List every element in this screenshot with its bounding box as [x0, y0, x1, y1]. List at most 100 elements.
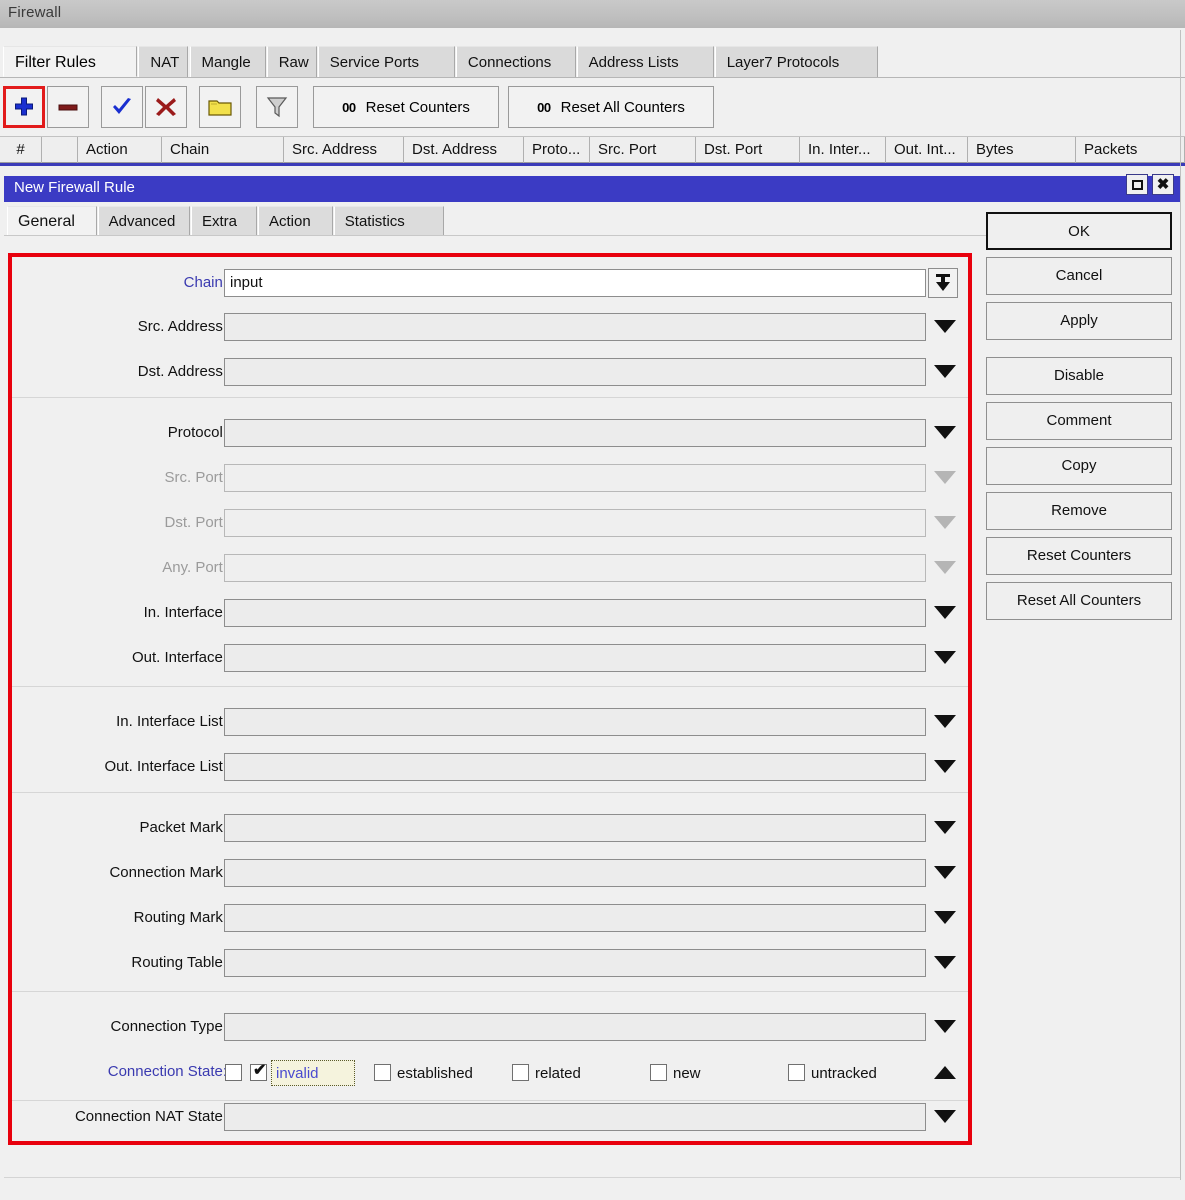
column-header[interactable]: Chain: [162, 137, 284, 163]
checkbox-label-untracked[interactable]: untracked: [811, 1065, 877, 1082]
checkbox-new[interactable]: [650, 1064, 667, 1081]
input-routing-table[interactable]: [224, 949, 926, 977]
column-header[interactable]: Packets: [1076, 137, 1185, 163]
tab-label: Filter Rules: [15, 54, 96, 71]
reset-all-counters-toolbar-button[interactable]: 00 Reset All Counters: [508, 86, 714, 128]
chevron-down-icon-in-interface[interactable]: [934, 606, 956, 619]
dialog-close-button[interactable]: ✖: [1152, 174, 1174, 195]
checkbox-label-related[interactable]: related: [535, 1065, 581, 1082]
dialog-tab-statistics[interactable]: Statistics: [333, 206, 444, 236]
apply-button[interactable]: Apply: [986, 302, 1172, 340]
tab-nat[interactable]: NAT: [138, 46, 189, 77]
selected-row-indicator: [0, 163, 1185, 166]
reset-counters-button[interactable]: Reset Counters: [986, 537, 1172, 575]
dialog-tab-general[interactable]: General: [7, 206, 97, 236]
reset-all-counters-button[interactable]: Reset All Counters: [986, 582, 1172, 620]
tab-raw[interactable]: Raw: [266, 46, 317, 77]
input-chain[interactable]: input: [224, 269, 926, 297]
checkbox-label-established[interactable]: established: [397, 1065, 473, 1082]
checkbox-established[interactable]: [374, 1064, 391, 1081]
input-in-interface-list[interactable]: [224, 708, 926, 736]
tab-layer7-protocols[interactable]: Layer7 Protocols: [714, 46, 878, 77]
disable-button[interactable]: Disable: [986, 357, 1172, 395]
input-out-interface-list[interactable]: [224, 753, 926, 781]
cancel-button[interactable]: Cancel: [986, 257, 1172, 295]
add-rule-button[interactable]: [3, 86, 45, 128]
field-row-src-port: Src. Port:: [12, 460, 968, 498]
tab-address-lists[interactable]: Address Lists: [576, 46, 714, 77]
general-tab-form: Chain: input Src. Address: Dst. Address: Pro…: [12, 257, 968, 1141]
column-header[interactable]: Proto...: [524, 137, 590, 163]
input-packet-mark[interactable]: [224, 814, 926, 842]
chevron-down-icon-packet-mark[interactable]: [934, 821, 956, 834]
filter-button[interactable]: [256, 86, 298, 128]
reset-counters-toolbar-button[interactable]: 00 Reset Counters: [313, 86, 499, 128]
remove-button[interactable]: Remove: [986, 492, 1172, 530]
chevron-down-icon-protocol[interactable]: [934, 426, 956, 439]
column-header[interactable]: Action: [78, 137, 162, 163]
comment-button[interactable]: [199, 86, 241, 128]
checkbox-label-new[interactable]: new: [673, 1065, 701, 1082]
chevron-down-icon-out-interface[interactable]: [934, 651, 956, 664]
column-header[interactable]: Dst. Address: [404, 137, 524, 163]
checkbox-untracked[interactable]: [788, 1064, 805, 1081]
input-src-address[interactable]: [224, 313, 926, 341]
dialog-tab-action[interactable]: Action: [258, 206, 333, 236]
label-in-interface: In. Interface:: [143, 604, 227, 621]
collapse-up-arrow-icon[interactable]: [934, 1066, 956, 1079]
button-label: Reset Counters: [1026, 547, 1132, 564]
column-header[interactable]: #: [0, 137, 42, 163]
chevron-down-icon-dst-address[interactable]: [934, 365, 956, 378]
tab-mangle[interactable]: Mangle: [189, 46, 266, 77]
comment-button[interactable]: Comment: [986, 402, 1172, 440]
ok-button[interactable]: OK: [986, 212, 1172, 250]
checkbox-related[interactable]: [512, 1064, 529, 1081]
input-protocol[interactable]: [224, 419, 926, 447]
label-chain[interactable]: Chain:: [184, 274, 227, 291]
chevron-down-icon-out-interface-list[interactable]: [934, 760, 956, 773]
chevron-down-icon-connection-mark[interactable]: [934, 866, 956, 879]
column-header[interactable]: [42, 137, 78, 163]
connection-state-negate-checkbox[interactable]: [225, 1064, 242, 1081]
column-header-label: Src. Port: [598, 141, 657, 158]
check-icon: [113, 98, 131, 114]
copy-button[interactable]: Copy: [986, 447, 1172, 485]
dialog-tab-advanced[interactable]: Advanced: [97, 206, 190, 236]
input-dst-address[interactable]: [224, 358, 926, 386]
tab-service-ports[interactable]: Service Ports: [317, 46, 455, 77]
enable-rule-button[interactable]: [101, 86, 143, 128]
input-routing-mark[interactable]: [224, 904, 926, 932]
column-header-label: Dst. Address: [412, 141, 498, 158]
chevron-down-icon-connection-type[interactable]: [934, 1020, 956, 1033]
disable-rule-button[interactable]: [145, 86, 187, 128]
input-connection-mark[interactable]: [224, 859, 926, 887]
column-header[interactable]: Src. Port: [590, 137, 696, 163]
button-label: OK: [1068, 223, 1090, 240]
remove-rule-button[interactable]: [47, 86, 89, 128]
column-header[interactable]: Src. Address: [284, 137, 404, 163]
input-dst-port: [224, 509, 926, 537]
chevron-down-icon-connection-nat-state[interactable]: [934, 1110, 956, 1123]
chevron-down-icon-in-interface-list[interactable]: [934, 715, 956, 728]
column-header[interactable]: Bytes: [968, 137, 1076, 163]
tab-connections[interactable]: Connections: [455, 46, 576, 77]
input-out-interface[interactable]: [224, 644, 926, 672]
chevron-down-icon-routing-table[interactable]: [934, 956, 956, 969]
column-header[interactable]: Out. Int...: [886, 137, 968, 163]
column-header[interactable]: Dst. Port: [696, 137, 800, 163]
chevron-down-icon-routing-mark[interactable]: [934, 911, 956, 924]
label-dst-port: Dst. Port:: [164, 514, 227, 531]
input-connection-nat-state[interactable]: [224, 1103, 926, 1131]
column-header[interactable]: In. Inter...: [800, 137, 886, 163]
tab-filter-rules[interactable]: Filter Rules: [3, 46, 138, 77]
input-in-interface[interactable]: [224, 599, 926, 627]
dialog-tab-extra[interactable]: Extra: [191, 206, 257, 236]
check-icon: ✔: [253, 1062, 267, 1079]
dialog-maximize-button[interactable]: [1126, 174, 1148, 195]
checkbox-label-invalid[interactable]: invalid: [271, 1060, 356, 1086]
label-connection-state[interactable]: Connection State:: [108, 1063, 227, 1080]
dropdown-button-chain[interactable]: [928, 268, 958, 298]
checkbox-invalid[interactable]: ✔: [250, 1062, 267, 1081]
input-connection-type[interactable]: [224, 1013, 926, 1041]
chevron-down-icon-src-address[interactable]: [934, 320, 956, 333]
